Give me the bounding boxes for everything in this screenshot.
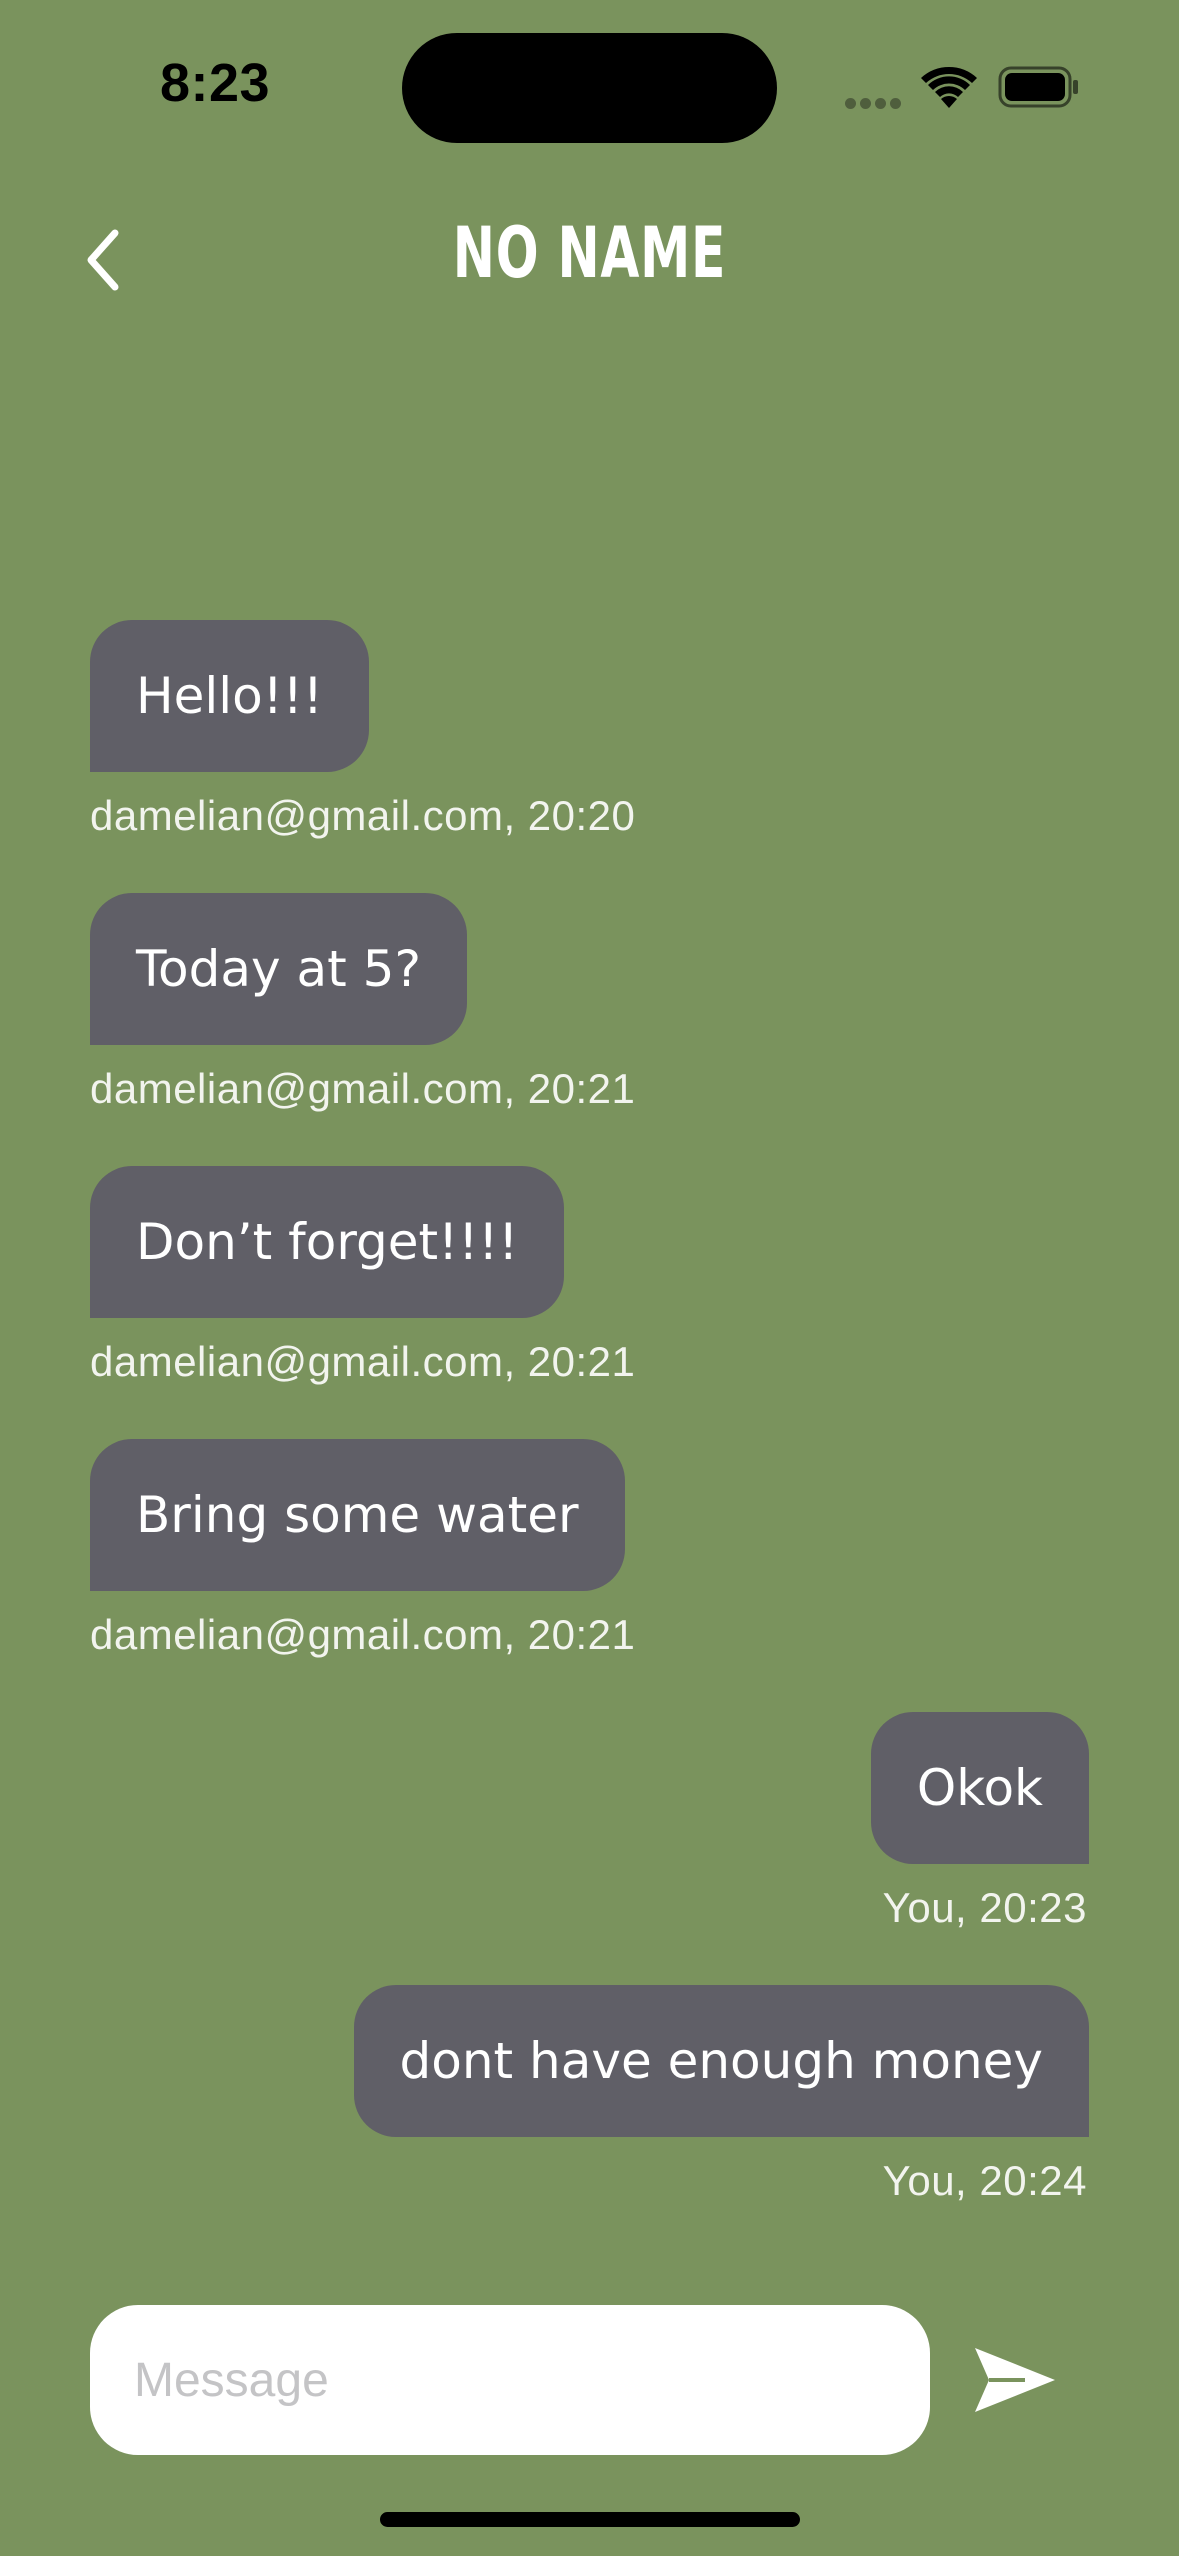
message-meta: You, 20:24: [882, 2157, 1087, 2204]
message-meta: damelian@gmail.com, 20:21: [90, 1065, 636, 1112]
battery-icon: [998, 66, 1078, 108]
message-bubble[interactable]: dont have enough money: [353, 1985, 1089, 2137]
chat-title: NO NAME: [452, 212, 727, 294]
message-bubble[interactable]: Bring some water: [90, 1439, 625, 1591]
message-meta: You, 20:23: [882, 1884, 1087, 1931]
back-button[interactable]: [72, 222, 132, 298]
cellular-signal-icon: [845, 94, 905, 109]
message-input[interactable]: [90, 2305, 930, 2455]
home-indicator: [380, 2512, 800, 2527]
message-bubble[interactable]: Hello!!!: [90, 620, 369, 772]
send-button[interactable]: [970, 2335, 1060, 2425]
status-time: 8:23: [159, 53, 271, 113]
status-bar: 8:23: [0, 0, 1179, 175]
message-meta: damelian@gmail.com, 20:21: [90, 1338, 636, 1385]
message-bubble[interactable]: Okok: [870, 1712, 1089, 1864]
send-icon: [975, 2348, 1055, 2412]
dynamic-island: [402, 33, 777, 143]
wifi-icon: [921, 66, 977, 108]
message-bubble[interactable]: Today at 5?: [90, 893, 467, 1045]
message-meta: damelian@gmail.com, 20:20: [90, 792, 636, 839]
message-bubble[interactable]: Don’t forget!!!!: [90, 1166, 565, 1318]
chevron-left-icon: [87, 229, 119, 291]
message-meta: damelian@gmail.com, 20:21: [90, 1611, 636, 1658]
